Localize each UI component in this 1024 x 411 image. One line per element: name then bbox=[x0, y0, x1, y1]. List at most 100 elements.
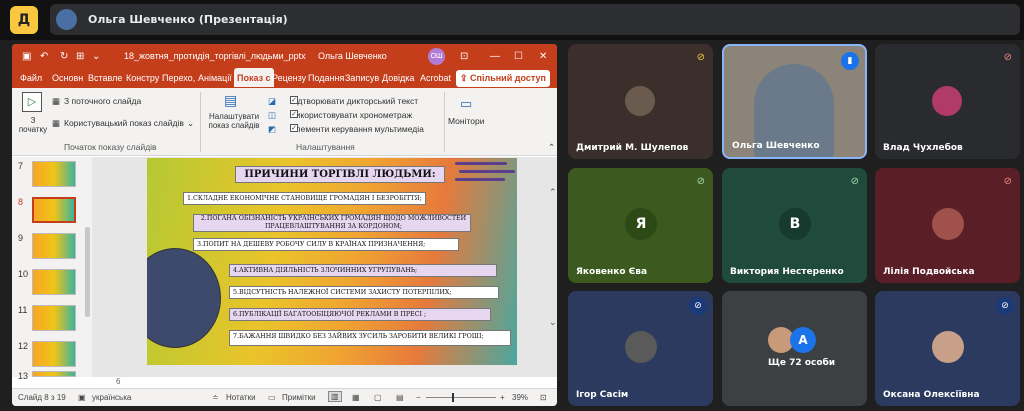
slide-thumbnail-selected[interactable] bbox=[32, 197, 76, 223]
zoom-out-icon[interactable]: − bbox=[416, 393, 421, 402]
slide-thumbnail[interactable] bbox=[32, 161, 76, 187]
slide-thumbnail[interactable] bbox=[32, 371, 76, 377]
hide-slide-icon[interactable]: ◪ bbox=[268, 96, 276, 107]
tab-help[interactable]: Довідка bbox=[382, 73, 414, 83]
tab-record[interactable]: Записув bbox=[345, 73, 379, 83]
tab-home[interactable]: Основн bbox=[52, 73, 83, 83]
participant-tile-speaking[interactable]: ▮ Ольга Шевченко bbox=[722, 44, 867, 159]
slideshow-view-icon[interactable]: ▤ bbox=[396, 393, 404, 402]
from-current-icon[interactable]: ▦ bbox=[52, 96, 60, 107]
custom-show-icon[interactable]: ▦ bbox=[52, 118, 60, 129]
slide-thumbnail[interactable] bbox=[32, 269, 76, 295]
play-from-start-icon[interactable]: ▷ bbox=[22, 92, 42, 112]
normal-view-icon[interactable]: ▥ bbox=[328, 391, 342, 402]
monitors-button[interactable]: Монітори bbox=[448, 116, 485, 126]
from-current-button[interactable]: З поточного слайда bbox=[64, 96, 141, 106]
notes-pane[interactable]: 6 bbox=[92, 377, 557, 388]
from-start-button[interactable]: З початку bbox=[16, 116, 50, 134]
user-name: Ольга Шевченко bbox=[318, 51, 387, 61]
tab-animations[interactable]: Анімації bbox=[198, 73, 232, 83]
participant-name: Оксана Олексіївна bbox=[883, 390, 980, 400]
collapse-ribbon-icon[interactable]: ⌃ bbox=[548, 142, 555, 153]
avatar bbox=[932, 208, 964, 240]
rehearse-icon[interactable]: ◫ bbox=[268, 110, 276, 121]
tab-review[interactable]: Рецензу bbox=[272, 73, 306, 83]
language-label[interactable]: українська bbox=[92, 393, 131, 402]
minimize-icon[interactable]: — bbox=[490, 51, 500, 62]
participant-name: Ольга Шевченко bbox=[732, 141, 820, 151]
editor-area: 7 8 9 10 11 12 13 ▸ ПРИЧИНИ ТОРГІВЛІ ЛЮД… bbox=[12, 157, 557, 381]
maximize-icon[interactable]: ☐ bbox=[514, 51, 523, 62]
ribbon-display-icon[interactable]: ⊡ bbox=[460, 51, 468, 62]
save-icon[interactable]: ▣ bbox=[22, 51, 31, 62]
present-icon[interactable]: ⊞ bbox=[76, 51, 84, 62]
participant-tile[interactable]: ⊘ Ігор Сасім bbox=[568, 291, 713, 406]
next-slide-icon[interactable]: ⌄ bbox=[549, 317, 557, 328]
slide-thumbnail[interactable] bbox=[32, 341, 76, 367]
spellcheck-icon[interactable]: ▣ bbox=[78, 393, 86, 402]
participant-tile[interactable]: ⊘ Влад Чухлебов bbox=[875, 44, 1020, 159]
checkbox-icon: ✓ bbox=[290, 96, 298, 104]
user-avatar[interactable]: ОШ bbox=[428, 48, 445, 65]
participant-tile[interactable]: ⊘ Лілія Подвойська bbox=[875, 168, 1020, 283]
notes-button[interactable]: Нотатки bbox=[226, 393, 256, 402]
comments-button[interactable]: Примітки bbox=[282, 393, 316, 402]
more-participants-tile[interactable]: А Ще 72 особи bbox=[722, 291, 867, 406]
tab-file[interactable]: Файл bbox=[20, 73, 42, 83]
decor-wave bbox=[455, 162, 507, 165]
slide-thumbnail[interactable] bbox=[32, 305, 76, 331]
play-narration-checkbox[interactable]: ✓ Відтворювати дикторський текст bbox=[290, 96, 418, 106]
slide-thumbnail[interactable] bbox=[32, 233, 76, 259]
checkbox-icon: ✓ bbox=[290, 110, 298, 118]
zoom-in-icon[interactable]: + bbox=[500, 393, 505, 402]
participant-tile[interactable]: ⊘ Оксана Олексіївна bbox=[875, 291, 1020, 406]
qat-more-icon[interactable]: ⌄ bbox=[92, 51, 100, 62]
setup-show-button[interactable]: Налаштувати показ слайдів bbox=[204, 112, 264, 130]
ppt-title-bar: ▣ ↶ ↻ ⊞ ⌄ 18_жовтня_протидія_торгівлі_лю… bbox=[12, 44, 557, 68]
fit-slide-icon[interactable]: ⊡ bbox=[540, 393, 547, 402]
tab-acrobat[interactable]: Acrobat bbox=[420, 73, 451, 83]
avatar bbox=[625, 86, 655, 116]
tab-insert[interactable]: Вставле bbox=[88, 73, 122, 83]
share-button[interactable]: ⇪ Спільний доступ bbox=[456, 70, 550, 87]
meet-top-bar: Д Ольга Шевченко (Презентація) bbox=[0, 0, 1024, 40]
redo-icon[interactable]: ↻ bbox=[60, 51, 68, 62]
record-icon[interactable]: ◩ bbox=[268, 124, 276, 135]
ribbon-panel: ▷ З початку ▦ З поточного слайда ▦ Корис… bbox=[12, 88, 557, 156]
chevron-down-icon[interactable]: ⌄ bbox=[187, 118, 194, 129]
tab-slideshow[interactable]: Показ с bbox=[234, 68, 274, 87]
use-timings-checkbox[interactable]: ✓ Використовувати хронометраж bbox=[290, 110, 412, 120]
participant-name: Виктория Нестеренко bbox=[730, 267, 844, 277]
custom-show-button[interactable]: Користувацький показ слайдів bbox=[64, 118, 184, 128]
scroll-up-icon[interactable]: ⌃ bbox=[549, 187, 557, 198]
presenter-chip[interactable]: Ольга Шевченко (Презентація) bbox=[50, 4, 1020, 35]
zoom-level[interactable]: 39% bbox=[512, 393, 528, 402]
participant-tile[interactable]: Я ⊘ Яковенко Єва bbox=[568, 168, 713, 283]
slide-bullet: 3.ПОПИТ НА ДЕШЕВУ РОБОЧУ СИЛУ В КРАЇНАХ … bbox=[193, 238, 459, 251]
participant-name: Влад Чухлебов bbox=[883, 143, 963, 153]
undo-icon[interactable]: ↶ bbox=[40, 51, 48, 62]
tab-transitions[interactable]: Перехо, bbox=[162, 73, 195, 83]
participant-tile[interactable]: В ⊘ Виктория Нестеренко bbox=[722, 168, 867, 283]
divider bbox=[444, 92, 445, 152]
thumbs-scrollbar[interactable] bbox=[85, 227, 90, 317]
participant-tile[interactable]: ⊘ Дмитрий М. Шулепов bbox=[568, 44, 713, 159]
close-icon[interactable]: ✕ bbox=[539, 51, 547, 62]
ribbon-tabs: Файл Основн Вставле Констру Перехо, Анім… bbox=[12, 68, 557, 88]
powerpoint-window: ▣ ↶ ↻ ⊞ ⌄ 18_жовтня_протидія_торгівлі_лю… bbox=[12, 44, 557, 406]
mic-off-icon: ⊘ bbox=[850, 176, 859, 187]
monitor-icon[interactable]: ▭ bbox=[460, 96, 472, 112]
participant-name: Лілія Подвойська bbox=[883, 267, 975, 277]
slide-canvas[interactable]: ПРИЧИНИ ТОРГІВЛІ ЛЮДЬМИ: 1.СКЛАДНЕ ЕКОНО… bbox=[147, 158, 517, 365]
sorter-view-icon[interactable]: ▦ bbox=[352, 393, 360, 402]
tab-design[interactable]: Констру bbox=[126, 73, 159, 83]
decor-wave bbox=[455, 178, 505, 181]
reading-view-icon[interactable]: ▢ bbox=[374, 393, 382, 402]
zoom-slider[interactable] bbox=[426, 397, 496, 398]
setup-show-icon[interactable]: ▤ bbox=[224, 92, 237, 109]
thumb-number: 8 bbox=[18, 197, 24, 207]
zoom-thumb[interactable] bbox=[452, 393, 454, 402]
media-controls-checkbox[interactable]: ✓ Елементи керування мультимедіа bbox=[290, 124, 424, 134]
more-participants-label: Ще 72 особи bbox=[768, 358, 836, 368]
tab-view[interactable]: Подання bbox=[308, 73, 344, 83]
